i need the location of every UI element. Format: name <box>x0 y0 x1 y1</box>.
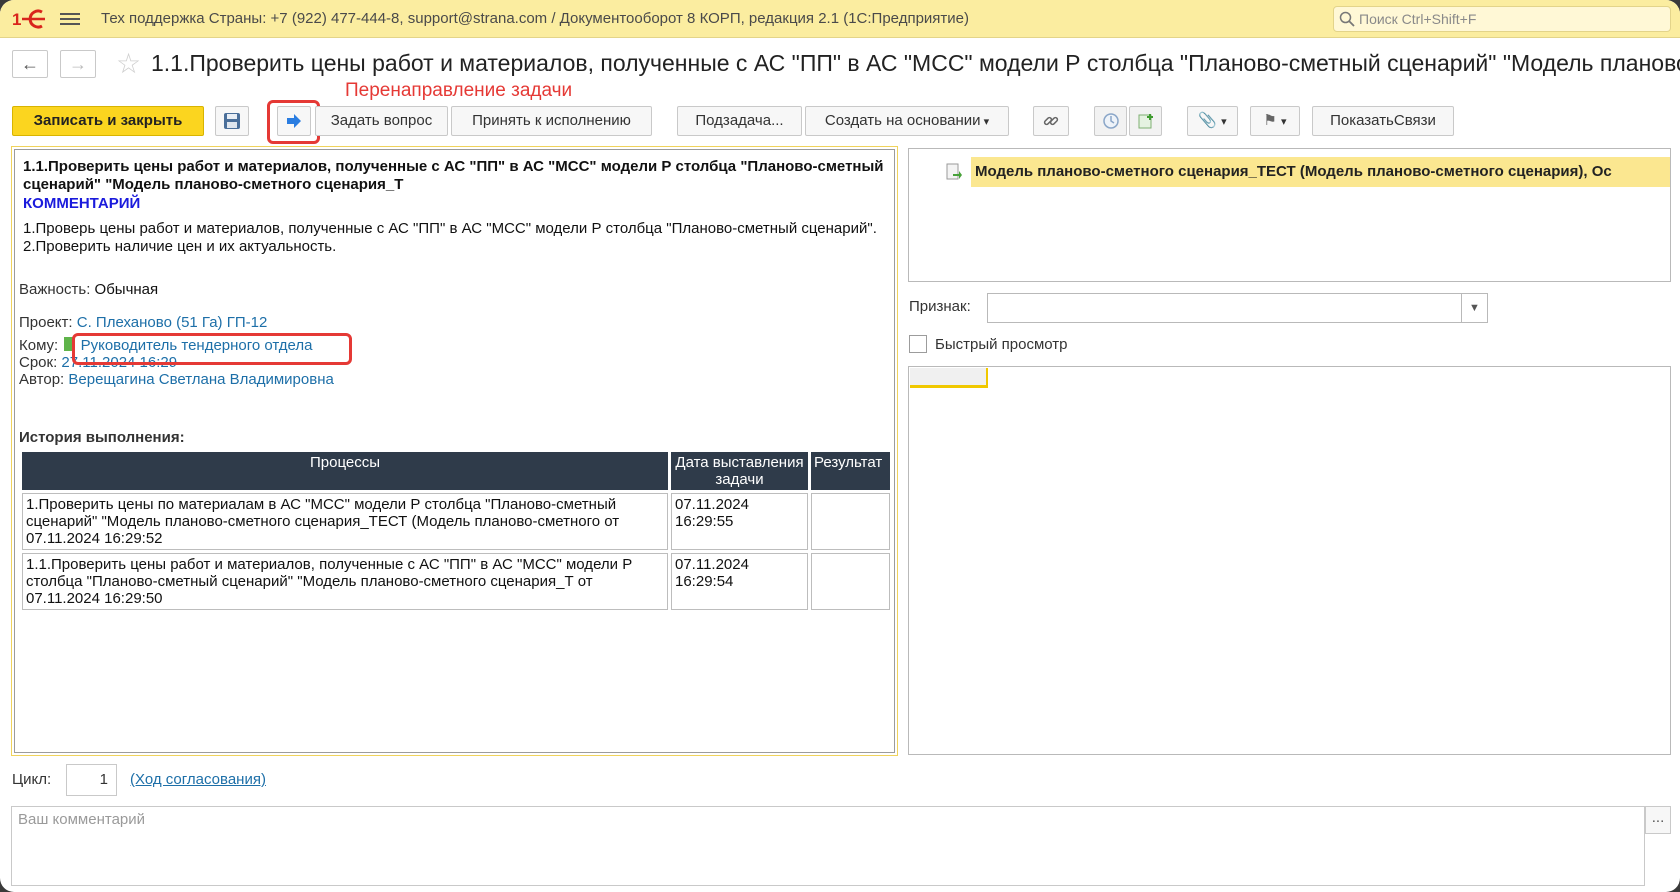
chevron-down-icon[interactable]: ▼ <box>1461 294 1487 322</box>
ask-question-button[interactable]: Задать вопрос <box>315 106 448 136</box>
favorite-star-icon[interactable]: ☆ <box>116 50 141 78</box>
global-search-input[interactable]: Поиск Ctrl+Shift+F <box>1333 6 1671 32</box>
author-link[interactable]: Верещагина Светлана Владимировна <box>68 371 333 388</box>
project-link[interactable]: С. Плеханово (51 Га) ГП-12 <box>77 314 268 331</box>
annotation-label: Перенаправление задачи <box>345 80 573 101</box>
importance-field: Важность: Обычная <box>19 281 159 298</box>
menu-icon[interactable] <box>60 10 80 28</box>
forward-button[interactable]: → <box>60 50 96 78</box>
search-icon <box>1339 11 1355 27</box>
svg-text:1: 1 <box>12 10 21 29</box>
link-icon <box>1043 116 1059 126</box>
cell-result <box>811 553 890 610</box>
cell-result <box>811 493 890 550</box>
cell-process: 1.1.Проверить цены работ и материалов, п… <box>22 553 668 610</box>
more-button[interactable]: ... <box>1645 806 1671 834</box>
task-heading: 1.1.Проверить цены работ и материалов, п… <box>23 158 884 193</box>
flag-icon: ⚑ <box>1263 112 1277 129</box>
comment-label: КОММЕНТАРИЙ <box>23 195 141 212</box>
recipient-highlight-frame <box>72 333 352 365</box>
window-title: Тех поддержка Страны: +7 (922) 477-444-8… <box>101 10 970 27</box>
subjects-list: Модель планово-сметного сценария_ТЕСТ (М… <box>908 148 1671 282</box>
arrow-left-icon: ← <box>21 54 39 74</box>
floppy-disk-icon <box>224 113 240 129</box>
history-button[interactable] <box>1094 106 1127 136</box>
preview-area <box>908 366 1671 755</box>
page-title: 1.1.Проверить цены работ и материалов, п… <box>151 50 1680 76</box>
comment-line-1: 1.Проверь цены работ и материалов, получ… <box>23 220 877 237</box>
attribute-label: Признак: <box>909 298 971 315</box>
spreadsheet-add-icon <box>1138 114 1153 129</box>
show-links-button[interactable]: ПоказатьСвязи <box>1312 106 1454 136</box>
history-table: Процессы Дата выставления задачи Результ… <box>19 449 893 613</box>
cycle-input[interactable]: 1 <box>66 764 117 796</box>
paperclip-icon: 📎 <box>1198 112 1217 129</box>
add-spreadsheet-button[interactable] <box>1129 106 1162 136</box>
history-title: История выполнения: <box>19 429 185 446</box>
comment-text: 1.Проверь цены работ и материалов, получ… <box>23 220 893 256</box>
task-details-content: 1.1.Проверить цены работ и материалов, п… <box>14 149 895 753</box>
title-bar: 1 Тех поддержка Страны: +7 (922) 477-444… <box>0 0 1680 38</box>
comment-placeholder: Ваш комментарий <box>18 811 146 828</box>
redirect-highlight-frame <box>267 100 320 144</box>
search-placeholder: Поиск Ctrl+Shift+F <box>1359 11 1477 27</box>
save-button[interactable] <box>215 106 249 136</box>
link-button[interactable] <box>1033 106 1069 136</box>
comment-textarea[interactable]: Ваш комментарий <box>11 806 1645 886</box>
subject-row[interactable]: Модель планово-сметного сценария_ТЕСТ (М… <box>971 157 1670 187</box>
attachments-button[interactable]: 📎 <box>1187 106 1238 136</box>
task-details-panel: 1.1.Проверить цены работ и материалов, п… <box>11 146 898 756</box>
cell-date: 07.11.2024 16:29:55 <box>671 493 808 550</box>
back-button[interactable]: ← <box>12 50 48 78</box>
quick-view-checkbox[interactable] <box>909 335 927 353</box>
flag-button[interactable]: ⚑ <box>1250 106 1300 136</box>
arrow-right-icon: → <box>69 54 87 74</box>
column-header-date: Дата выставления задачи <box>671 452 808 490</box>
subtask-button[interactable]: Подзадача... <box>677 106 802 136</box>
cycle-label: Цикл: <box>12 771 52 788</box>
attribute-select[interactable]: ▼ <box>987 293 1488 323</box>
column-header-result: Результат <box>811 452 890 490</box>
column-header-processes: Процессы <box>22 452 668 490</box>
importance-value: Обычная <box>94 281 159 298</box>
document-arrow-icon <box>946 163 962 180</box>
accept-for-execution-button[interactable]: Принять к исполнению <box>451 106 652 136</box>
preview-tab[interactable] <box>910 368 988 388</box>
cell-process: 1.Проверить цены по материалам в АС "МСС… <box>22 493 668 550</box>
comment-line-2: 2.Проверить наличие цен и их актуальност… <box>23 238 337 255</box>
approval-progress-link[interactable]: (Ход согласования) <box>130 771 266 788</box>
author-field: Автор: Верещагина Светлана Владимировна <box>19 371 334 388</box>
save-and-close-button[interactable]: Записать и закрыть <box>12 106 204 136</box>
clock-icon <box>1102 113 1119 129</box>
create-based-on-button[interactable]: Создать на основании <box>805 106 1009 136</box>
app-window: 1 Тех поддержка Страны: +7 (922) 477-444… <box>0 0 1680 892</box>
quick-view-label: Быстрый просмотр <box>935 336 1068 353</box>
table-row[interactable]: 1.1.Проверить цены работ и материалов, п… <box>22 553 890 610</box>
cell-date: 07.11.2024 16:29:54 <box>671 553 808 610</box>
project-field: Проект: С. Плеханово (51 Га) ГП-12 <box>19 314 268 331</box>
table-row[interactable]: 1.Проверить цены по материалам в АС "МСС… <box>22 493 890 550</box>
1c-logo[interactable]: 1 <box>12 8 46 30</box>
